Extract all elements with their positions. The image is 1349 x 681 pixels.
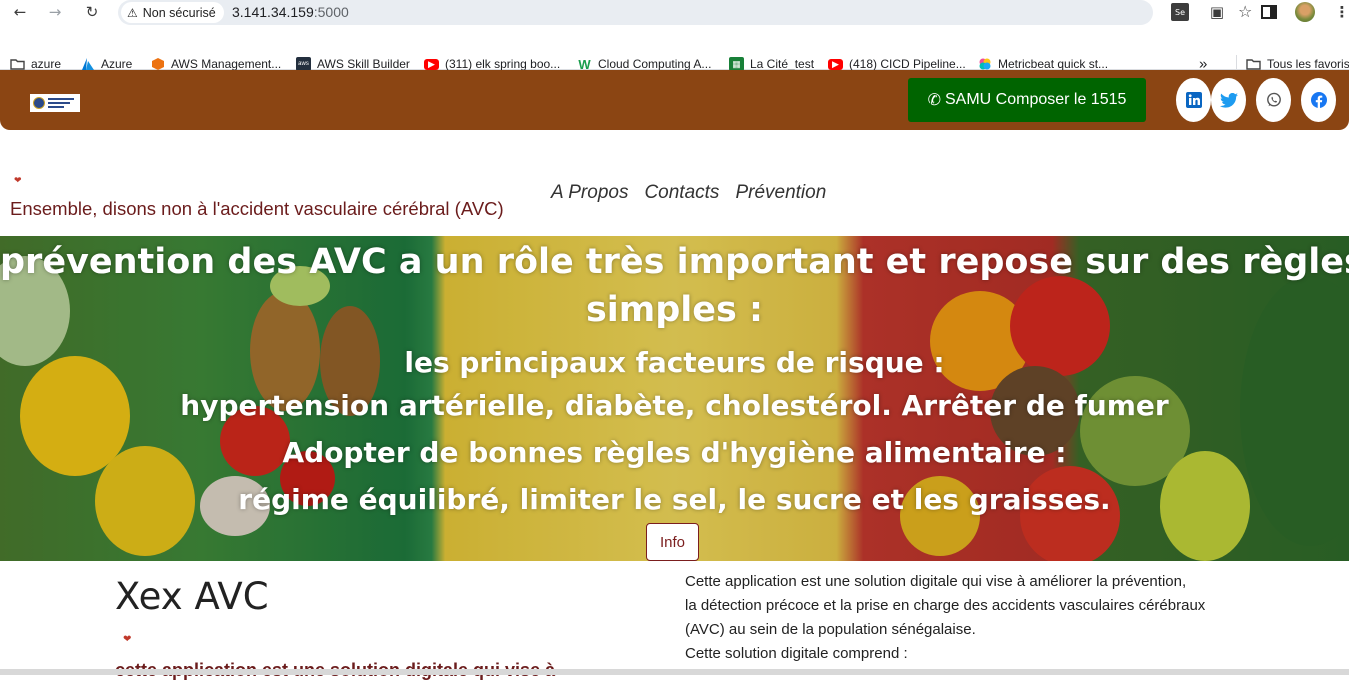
samu-call-button[interactable]: ✆ SAMU Composer le 1515 <box>908 78 1146 122</box>
youtube-icon: ▶ <box>828 58 843 70</box>
hero-banner: prévention des AVC a un rôle très import… <box>0 236 1349 561</box>
folder-icon <box>10 57 25 71</box>
security-label: Non sécurisé <box>142 5 216 20</box>
hero-line-5: Adopter de bonnes règles d'hygiène alime… <box>282 436 1067 469</box>
bookmark-label: Azure <box>101 57 133 71</box>
bookmark-label: La Cité_test <box>750 57 815 71</box>
bookmark-cicd-pipeline[interactable]: ▶ (418) CICD Pipeline... <box>828 57 966 71</box>
twitter-icon <box>1219 92 1238 108</box>
samu-label: SAMU Composer le 1515 <box>944 91 1127 108</box>
bookmark-label: AWS Management... <box>171 57 282 71</box>
extensions-puzzle-icon[interactable]: ▣ <box>1207 2 1227 22</box>
browser-toolbar: ← → ↻ ⚠ Non sécurisé 3.141.34.159:5000 ☆… <box>0 0 1349 25</box>
bookmark-label: (418) CICD Pipeline... <box>849 57 966 71</box>
bookmark-azure[interactable]: Azure <box>80 57 132 71</box>
side-panel-icon[interactable] <box>1259 2 1279 22</box>
description-line: la détection précoce et la prise en char… <box>685 597 1206 614</box>
description-line: Cette solution digitale comprend : <box>685 645 908 662</box>
hero-line-4: hypertension artérielle, diabète, choles… <box>180 389 1169 422</box>
whatsapp-button[interactable] <box>1256 78 1291 122</box>
nav-link-a-propos[interactable]: A Propos <box>551 182 628 204</box>
bookmark-cloud-computing[interactable]: W Cloud Computing A... <box>577 56 712 72</box>
heart-icon: ❤ <box>123 634 132 645</box>
elastic-icon <box>977 57 992 71</box>
nav-links: A Propos Contacts Prévention <box>551 182 826 204</box>
description: Cette application est une solution digit… <box>685 570 1245 666</box>
bookmark-metricbeat[interactable]: Metricbeat quick st... <box>977 57 1108 71</box>
address-bar[interactable]: ⚠ Non sécurisé 3.141.34.159:5000 ☆ <box>118 0 1252 25</box>
warning-icon: ⚠ <box>127 5 138 20</box>
page-title: Xex AVC <box>115 575 269 618</box>
university-logo[interactable] <box>30 94 80 112</box>
heart-icon: ❤ <box>14 176 22 186</box>
nav-brand[interactable]: Ensemble, disons non à l'accident vascul… <box>10 198 504 220</box>
aws-icon: aws <box>296 57 311 71</box>
url-port: :5000 <box>313 4 349 20</box>
horizontal-scrollbar[interactable] <box>0 669 1349 675</box>
bookmark-star-icon[interactable]: ☆ <box>1238 2 1252 21</box>
linkedin-button[interactable] <box>1176 78 1211 122</box>
description-line: (AVC) au sein de la population sénégalai… <box>685 621 976 638</box>
hero-line-3: les principaux facteurs de risque : <box>404 346 945 379</box>
bookmark-label: (311) elk spring boo... <box>445 57 561 71</box>
sheet-icon: ▦ <box>729 57 744 71</box>
bookmark-label: Cloud Computing A... <box>598 57 712 71</box>
whatsapp-icon <box>1266 92 1281 107</box>
linkedin-icon <box>1185 92 1202 108</box>
reload-icon[interactable]: ↻ <box>82 2 102 22</box>
bookmark-label: Metricbeat quick st... <box>998 57 1109 71</box>
hero-line-2: simples : <box>585 290 764 330</box>
forward-icon[interactable]: → <box>45 2 65 22</box>
info-button[interactable]: Info <box>646 523 699 561</box>
youtube-icon: ▶ <box>424 58 439 70</box>
nav-link-prevention[interactable]: Prévention <box>735 182 826 204</box>
bookmark-la-cite-test[interactable]: ▦ La Cité_test <box>729 57 814 71</box>
facebook-icon <box>1310 92 1327 108</box>
back-icon[interactable]: ← <box>10 2 30 22</box>
phone-icon: ✆ <box>927 92 941 109</box>
security-chip[interactable]: ⚠ Non sécurisé <box>121 2 224 23</box>
facebook-button[interactable] <box>1301 78 1336 122</box>
bookmark-label: azure <box>31 57 62 71</box>
logo-text-lines <box>48 98 74 108</box>
hero-line-1: prévention des AVC a un rôle très import… <box>0 242 1349 282</box>
bookmark-aws-skill-builder[interactable]: aws AWS Skill Builder <box>296 57 410 71</box>
bookmarks-bar: azure Azure AWS Management... aws AWS Sk… <box>0 25 1349 73</box>
url-host: 3.141.34.159 <box>232 4 314 20</box>
url-text[interactable]: 3.141.34.159:5000 <box>232 4 349 20</box>
bookmark-label: AWS Skill Builder <box>317 57 410 71</box>
bookmark-label: Tous les favoris <box>1267 57 1349 71</box>
menu-kebab-icon[interactable]: ⋮ <box>1332 2 1349 22</box>
nav-link-contacts[interactable]: Contacts <box>644 182 719 204</box>
hero-line-6: régime équilibré, limiter le sel, le suc… <box>238 483 1111 516</box>
folder-icon <box>1246 57 1261 71</box>
profile-avatar[interactable] <box>1295 2 1315 22</box>
bookmark-elk-spring[interactable]: ▶ (311) elk spring boo... <box>424 57 560 71</box>
description-line: Cette application est une solution digit… <box>685 573 1187 590</box>
bookmark-aws-management[interactable]: AWS Management... <box>150 57 281 71</box>
site-header: ✆ SAMU Composer le 1515 <box>0 70 1349 130</box>
twitter-button[interactable] <box>1211 78 1246 122</box>
azure-icon <box>80 57 95 71</box>
aws-cube-icon <box>150 57 165 71</box>
selenium-extension-icon[interactable]: Se <box>1171 3 1189 21</box>
w-icon: W <box>578 56 591 72</box>
logo-seal-icon <box>33 97 45 109</box>
all-bookmarks-folder[interactable]: Tous les favoris <box>1246 57 1349 71</box>
bookmark-azure-folder[interactable]: azure <box>10 57 61 71</box>
